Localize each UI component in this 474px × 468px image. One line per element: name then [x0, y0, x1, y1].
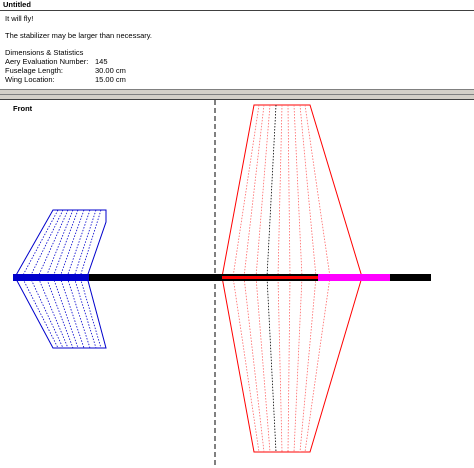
stat-label-wing-location: Wing Location:	[5, 75, 55, 84]
info-panel: It will fly! The stabilizer may be large…	[0, 11, 474, 89]
stat-value-aery: 145	[95, 57, 108, 66]
stabilizer-root	[13, 274, 89, 281]
drawing-canvas	[13, 100, 431, 468]
stat-label-aery: Aery Evaluation Number:	[5, 57, 89, 66]
stat-value-fuselage: 30.00 cm	[95, 66, 126, 75]
stats-heading: Dimensions & Statistics	[5, 48, 84, 57]
stat-label-fuselage: Fuselage Length:	[5, 66, 63, 75]
title-bar: Untitled	[0, 0, 474, 11]
window-title: Untitled	[3, 0, 31, 9]
wing-root	[222, 276, 318, 279]
warning-text: The stabilizer may be larger than necess…	[5, 31, 153, 40]
stat-value-wing-location: 15.00 cm	[95, 75, 126, 84]
wing-marker	[318, 274, 390, 281]
status-text: It will fly!	[5, 14, 34, 23]
